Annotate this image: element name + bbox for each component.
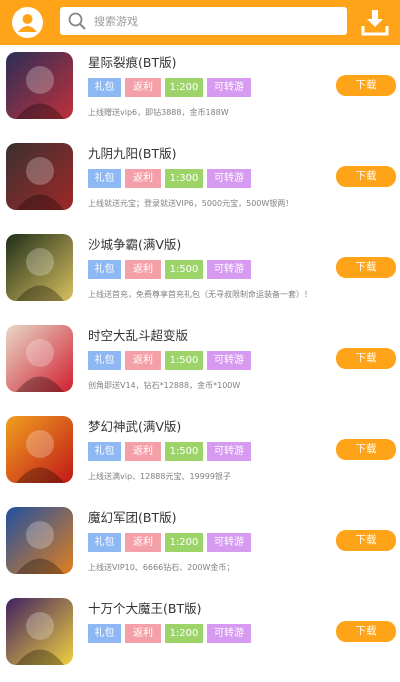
rebate-tag: 返利 [125,533,161,552]
game-description: 上线送满vip、12888元宝、19999银子 [88,472,231,481]
game-list-item[interactable]: 时空大乱斗超变版 礼包 返利 1:500 可转游 创角即送V14，钻石*12888，金币*… [0,318,400,409]
rebate-tag: 返利 [125,169,161,188]
game-title[interactable]: 沙城争霸(满V版) [88,234,181,253]
game-title[interactable]: 九阴九阳(BT版) [88,143,176,162]
game-icon[interactable] [6,416,73,483]
game-list: 星际裂痕(BT版) 礼包 返利 1:200 可转游 上线赠送vip6，即钻3888，金币1… [0,45,400,682]
transfer-tag: 可转游 [207,351,251,370]
game-icon[interactable] [6,598,73,665]
game-description: 上线就送元宝；登录就送VIP6，5000元宝，500W银两！ [88,199,294,208]
game-list-item[interactable]: 十万个大魔王(BT版) 礼包 返利 1:200 可转游 下载 [0,591,400,682]
transfer-tag: 可转游 [207,169,251,188]
rebate-tag: 返利 [125,624,161,643]
game-tags: 礼包 返利 1:200 可转游 [88,78,251,97]
ratio-tag: 1:500 [165,351,203,370]
game-icon[interactable] [6,52,73,119]
download-button[interactable]: 下载 [336,439,396,460]
game-title[interactable]: 十万个大魔王(BT版) [88,598,201,617]
download-button[interactable]: 下载 [336,621,396,642]
transfer-tag: 可转游 [207,624,251,643]
game-list-item[interactable]: 梦幻神武(满V版) 礼包 返利 1:500 可转游上线送满vip、12888元宝、199… [0,409,400,500]
rebate-tag: 返利 [125,78,161,97]
gift-tag: 礼包 [88,169,121,188]
rebate-tag: 返利 [125,442,161,461]
ratio-tag: 1:500 [165,260,203,279]
download-button[interactable]: 下载 [336,348,396,369]
gift-tag: 礼包 [88,78,121,97]
gift-tag: 礼包 [88,533,121,552]
game-tags: 礼包 返利 1:500 可转游 [88,442,251,461]
download-button[interactable]: 下载 [336,530,396,551]
ratio-tag: 1:200 [165,533,203,552]
transfer-tag: 可转游 [207,78,251,97]
game-list-item[interactable]: 魔幻军团(BT版) 礼包 返利 1:200 可转游上线送VIP10、6666钻石、200… [0,500,400,591]
gift-tag: 礼包 [88,351,121,370]
game-list-item[interactable]: 九阴九阳(BT版) 礼包 返利 1:300 可转游上线就送元宝；登录就送VIP6，500… [0,136,400,227]
game-title[interactable]: 时空大乱斗超变版 [88,325,188,344]
ratio-tag: 1:300 [165,169,203,188]
game-description: 上线赠送vip6，即钻3888，金币188W [88,108,229,117]
search-icon [67,11,87,31]
game-description: 上线送首充，免费尊享首充礼包（无寻叔限制命运装备一套）！ [88,290,312,299]
download-button[interactable]: 下载 [336,75,396,96]
game-tags: 礼包 返利 1:500 可转游 [88,351,251,370]
ratio-tag: 1:500 [165,442,203,461]
game-icon[interactable] [6,143,73,210]
game-title[interactable]: 魔幻军团(BT版) [88,507,176,526]
game-list-item[interactable]: 星际裂痕(BT版) 礼包 返利 1:200 可转游上线赠送vip6，即钻3888，金币1… [0,45,400,136]
transfer-tag: 可转游 [207,260,251,279]
game-title[interactable]: 星际裂痕(BT版) [88,52,176,71]
gift-tag: 礼包 [88,260,121,279]
user-avatar-icon[interactable] [12,7,43,38]
game-title[interactable]: 梦幻神武(满V版) [88,416,181,435]
game-description: 创角即送V14，钻石*12888，金币*100W [88,381,241,390]
game-icon[interactable] [6,234,73,301]
gift-tag: 礼包 [88,624,121,643]
search-bar[interactable] [60,7,347,35]
transfer-tag: 可转游 [207,442,251,461]
game-tags: 礼包 返利 1:500 可转游 [88,260,251,279]
game-icon[interactable] [6,325,73,392]
transfer-tag: 可转游 [207,533,251,552]
download-icon[interactable] [360,7,390,37]
rebate-tag: 返利 [125,351,161,370]
search-input[interactable] [94,11,334,31]
game-tags: 礼包 返利 1:300 可转游 [88,169,251,188]
top-bar [0,0,400,45]
ratio-tag: 1:200 [165,624,203,643]
gift-tag: 礼包 [88,442,121,461]
download-button[interactable]: 下载 [336,257,396,278]
game-tags: 礼包 返利 1:200 可转游 [88,624,251,643]
download-button[interactable]: 下载 [336,166,396,187]
game-description: 上线送VIP10、6666钻石、200W金币； [88,563,235,572]
ratio-tag: 1:200 [165,78,203,97]
game-icon[interactable] [6,507,73,574]
game-list-item[interactable]: 沙城争霸(满V版) 礼包 返利 1:500 可转游上线送首充，免费尊享首充礼包（无寻叔限… [0,227,400,318]
game-tags: 礼包 返利 1:200 可转游 [88,533,251,552]
rebate-tag: 返利 [125,260,161,279]
